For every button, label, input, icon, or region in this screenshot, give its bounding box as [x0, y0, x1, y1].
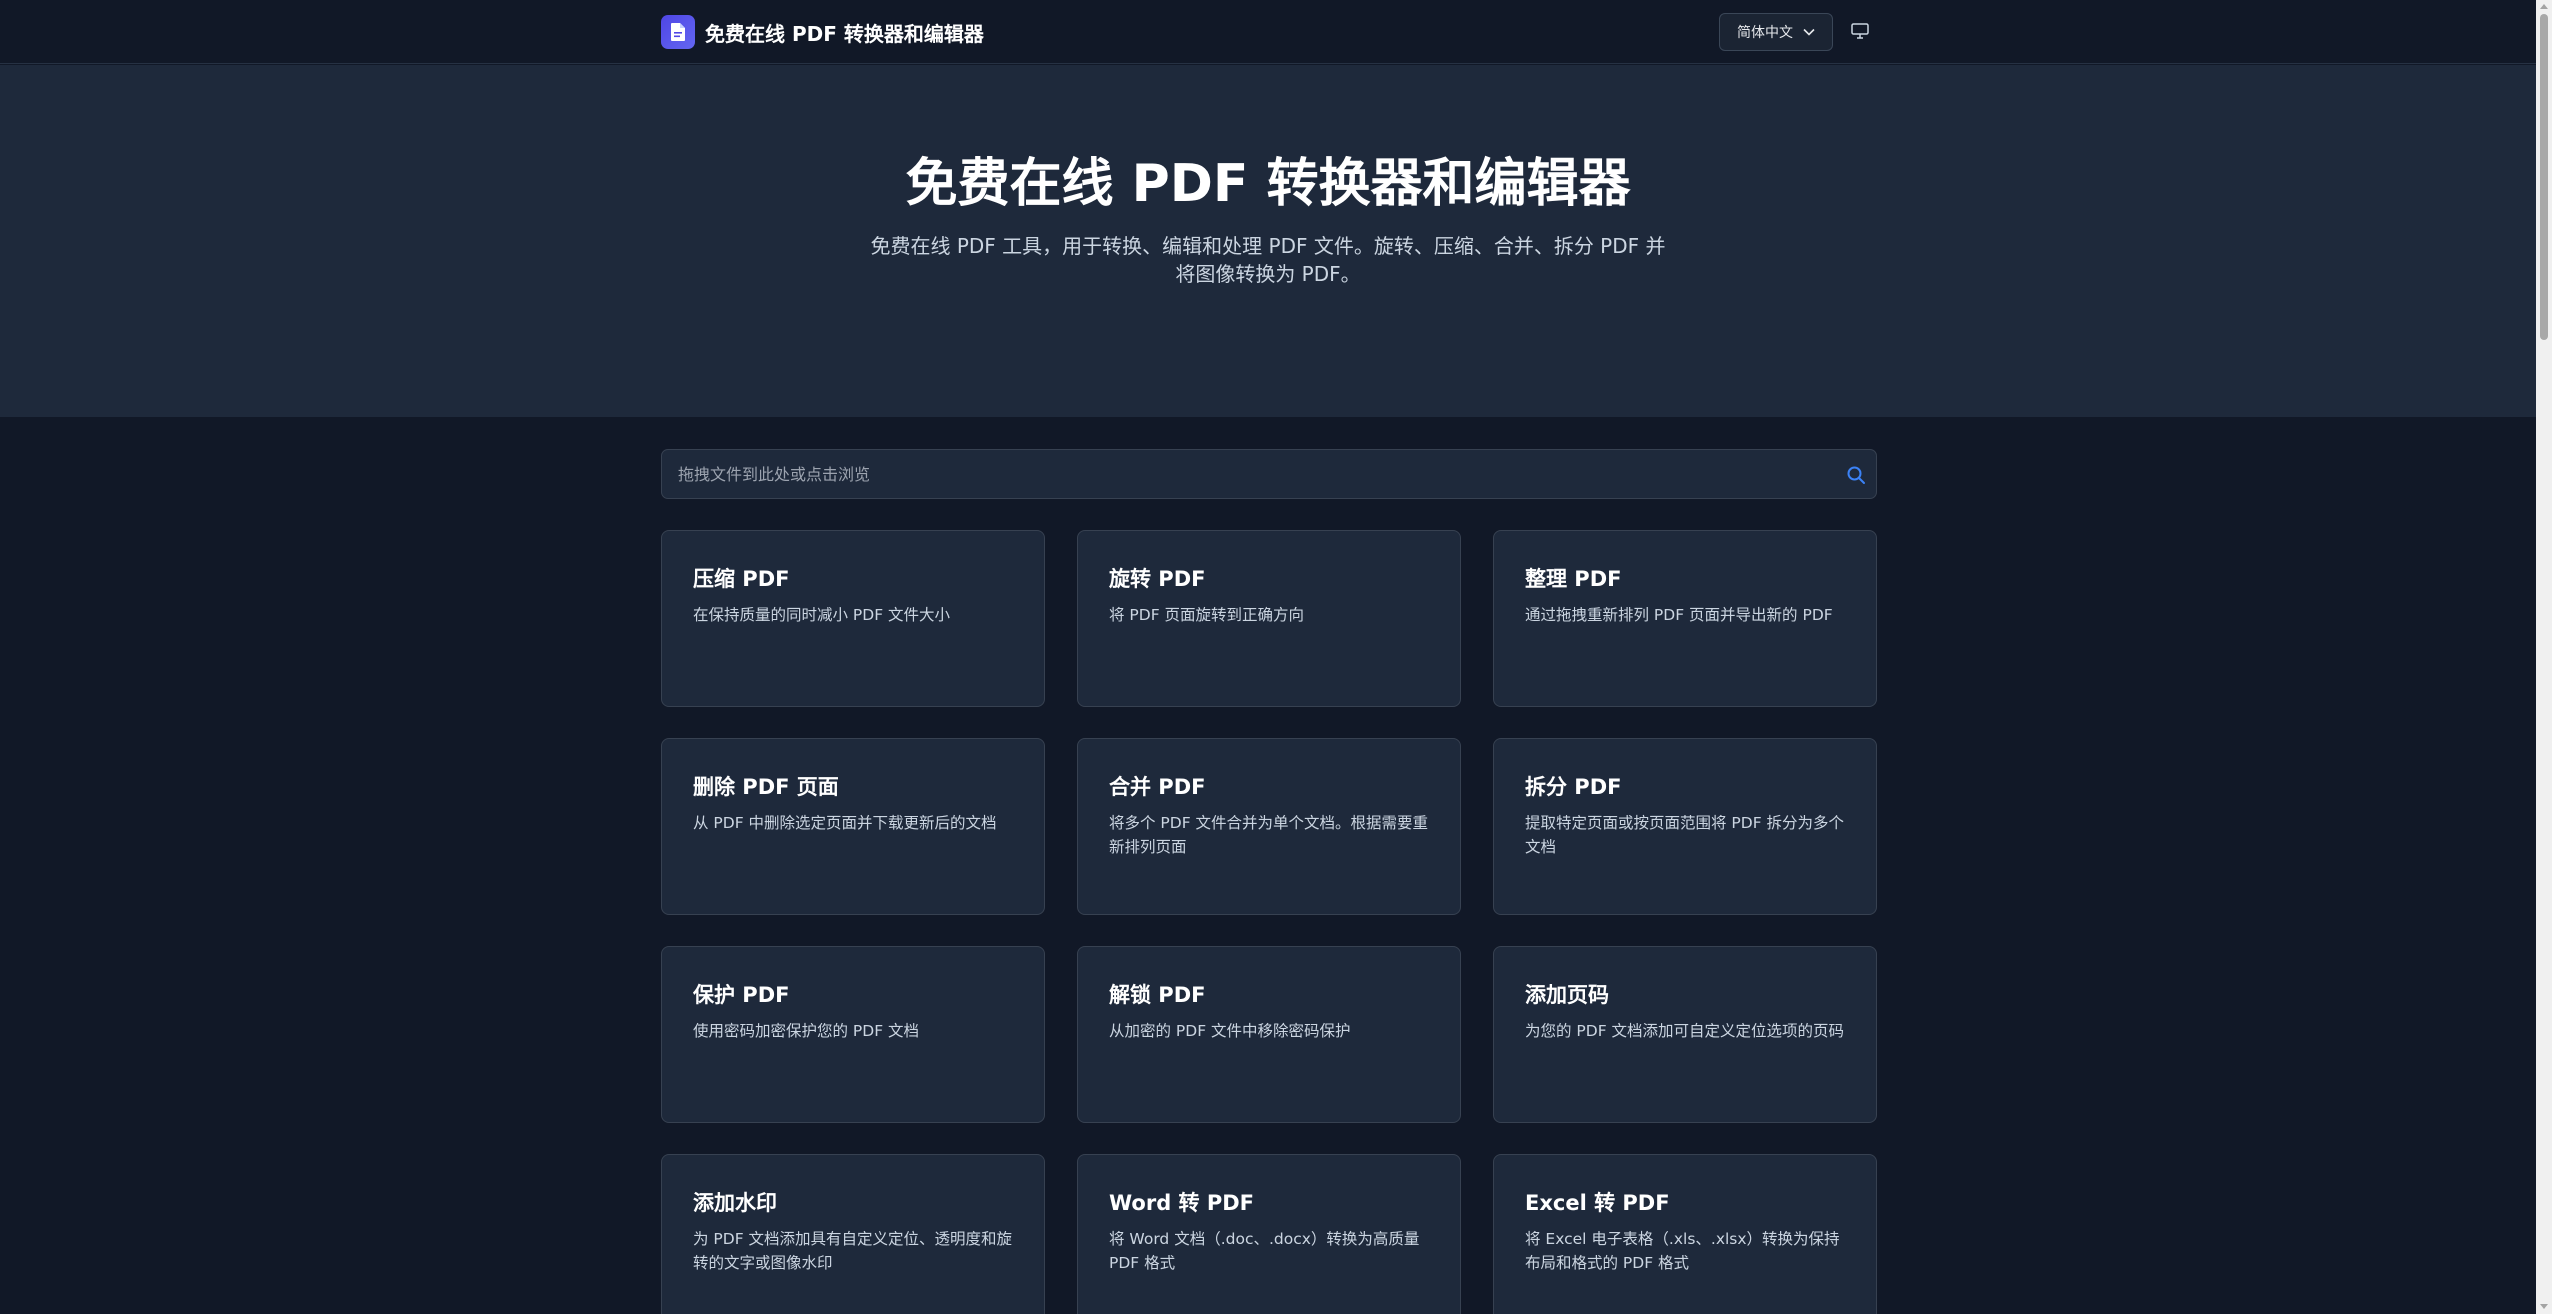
- hero-subtitle: 免费在线 PDF 工具，用于转换、编辑和处理 PDF 文件。旋转、压缩、合并、拆…: [870, 234, 1666, 286]
- monitor-icon[interactable]: [1848, 19, 1872, 43]
- document-icon: [661, 15, 695, 49]
- tool-card-delete-pages[interactable]: 删除 PDF 页面 从 PDF 中删除选定页面并下载更新后的文档: [661, 738, 1045, 915]
- tool-card-description: 从 PDF 中删除选定页面并下载更新后的文档: [693, 814, 997, 832]
- page: 免费在线 PDF 转换器和编辑器 简体中文 免费在线 PDF 转换器和编辑器 免…: [0, 0, 2552, 1314]
- tool-card-split-pdf[interactable]: 拆分 PDF 提取特定页面或按页面范围将 PDF 拆分为多个文档: [1493, 738, 1877, 915]
- tool-card-unlock-pdf[interactable]: 解锁 PDF 从加密的 PDF 文件中移除密码保护: [1077, 946, 1461, 1123]
- vertical-scrollbar[interactable]: [2536, 0, 2552, 1314]
- tool-card-title: Word 转 PDF: [1109, 1191, 1255, 1215]
- tool-card-title: 添加水印: [693, 1191, 777, 1215]
- tool-card-compress-pdf[interactable]: 压缩 PDF 在保持质量的同时减小 PDF 文件大小: [661, 530, 1045, 707]
- tool-card-protect-pdf[interactable]: 保护 PDF 使用密码加密保护您的 PDF 文档: [661, 946, 1045, 1123]
- tool-card-description: 提取特定页面或按页面范围将 PDF 拆分为多个文档: [1525, 814, 1845, 856]
- tool-card-page-numbers[interactable]: 添加页码 为您的 PDF 文档添加可自定义定位选项的页码: [1493, 946, 1877, 1123]
- tool-card-description: 使用密码加密保护您的 PDF 文档: [693, 1022, 920, 1040]
- scroll-down-icon[interactable]: [2540, 1304, 2548, 1309]
- tool-card-excel-to-pdf[interactable]: Excel 转 PDF 将 Excel 电子表格（.xls、.xlsx）转换为保…: [1493, 1154, 1877, 1314]
- tool-card-title: 添加页码: [1525, 983, 1609, 1007]
- tool-card-title: 整理 PDF: [1525, 567, 1622, 591]
- language-select[interactable]: 简体中文: [1719, 13, 1833, 51]
- tool-card-description: 从加密的 PDF 文件中移除密码保护: [1109, 1022, 1351, 1040]
- tool-card-title: 合并 PDF: [1109, 775, 1206, 799]
- top-bar: 免费在线 PDF 转换器和编辑器 简体中文: [0, 0, 2536, 64]
- tool-card-merge-pdf[interactable]: 合并 PDF 将多个 PDF 文件合并为单个文档。根据需要重新排列页面: [1077, 738, 1461, 915]
- tool-card-title: 保护 PDF: [693, 983, 790, 1007]
- tool-card-title: 拆分 PDF: [1525, 775, 1622, 799]
- brand[interactable]: 免费在线 PDF 转换器和编辑器: [661, 15, 984, 49]
- tool-card-description: 为您的 PDF 文档添加可自定义定位选项的页码: [1525, 1022, 1845, 1040]
- chevron-down-icon: [1803, 24, 1815, 40]
- tool-card-word-to-pdf[interactable]: Word 转 PDF 将 Word 文档（.doc、.docx）转换为高质量 P…: [1077, 1154, 1461, 1314]
- search-icon[interactable]: [1846, 465, 1866, 485]
- brand-title: 免费在线 PDF 转换器和编辑器: [705, 21, 984, 46]
- tool-card-title: 旋转 PDF: [1109, 567, 1206, 591]
- scroll-up-icon[interactable]: [2540, 4, 2548, 9]
- hero-section: 免费在线 PDF 转换器和编辑器 免费在线 PDF 工具，用于转换、编辑和处理 …: [0, 65, 2536, 417]
- language-label: 简体中文: [1737, 25, 1793, 41]
- file-search-bar[interactable]: [661, 449, 1877, 499]
- tool-card-description: 将 Word 文档（.doc、.docx）转换为高质量 PDF 格式: [1109, 1230, 1420, 1272]
- search-input[interactable]: [662, 450, 1832, 498]
- hero-title: 免费在线 PDF 转换器和编辑器: [905, 154, 1631, 214]
- tool-card-description: 通过拖拽重新排列 PDF 页面并导出新的 PDF: [1525, 606, 1833, 624]
- tool-card-title: 删除 PDF 页面: [693, 775, 839, 799]
- scrollbar-thumb[interactable]: [2540, 14, 2548, 340]
- tool-card-title: Excel 转 PDF: [1525, 1191, 1670, 1215]
- tool-card-title: 解锁 PDF: [1109, 983, 1206, 1007]
- tool-card-description: 将多个 PDF 文件合并为单个文档。根据需要重新排列页面: [1109, 814, 1429, 856]
- tool-card-watermark[interactable]: 添加水印 为 PDF 文档添加具有自定义定位、透明度和旋转的文字或图像水印: [661, 1154, 1045, 1314]
- tool-card-description: 在保持质量的同时减小 PDF 文件大小: [693, 606, 951, 624]
- tool-card-rotate-pdf[interactable]: 旋转 PDF 将 PDF 页面旋转到正确方向: [1077, 530, 1461, 707]
- tool-card-description: 将 Excel 电子表格（.xls、.xlsx）转换为保持布局和格式的 PDF …: [1525, 1230, 1840, 1272]
- tool-card-description: 将 PDF 页面旋转到正确方向: [1109, 606, 1305, 624]
- tool-card-organize-pdf[interactable]: 整理 PDF 通过拖拽重新排列 PDF 页面并导出新的 PDF: [1493, 530, 1877, 707]
- tool-card-description: 为 PDF 文档添加具有自定义定位、透明度和旋转的文字或图像水印: [693, 1230, 1013, 1272]
- tool-card-title: 压缩 PDF: [693, 567, 790, 591]
